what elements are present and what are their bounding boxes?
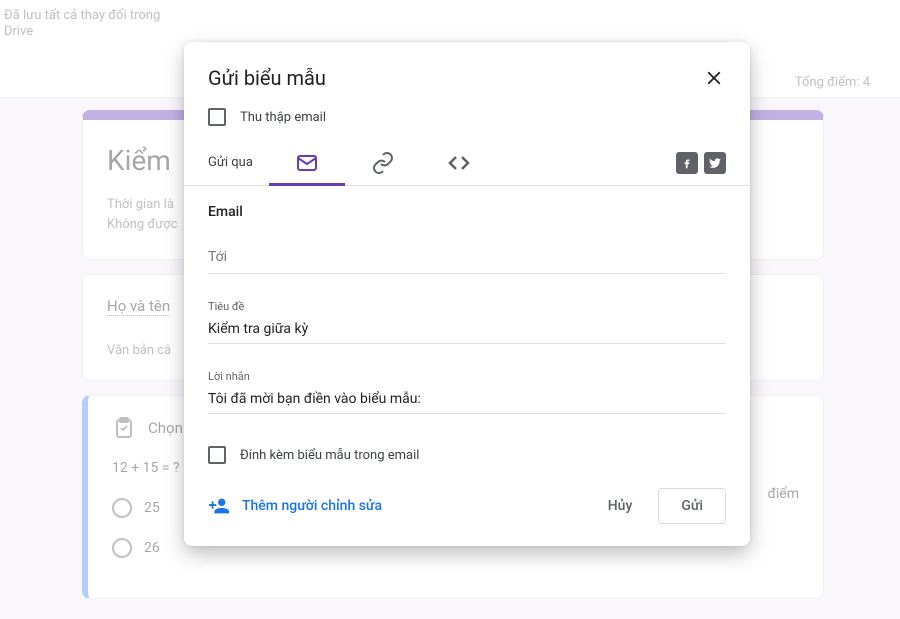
to-field — [208, 246, 726, 274]
subject-label: Tiêu đề — [208, 300, 726, 313]
twitter-icon — [708, 156, 722, 170]
include-form-label: Đính kèm biểu mẫu trong email — [240, 448, 419, 463]
include-form-row[interactable]: Đính kèm biểu mẫu trong email — [208, 440, 726, 464]
add-collaborators-button[interactable]: Thêm người chỉnh sửa — [208, 495, 382, 517]
send-form-modal: Gửi biểu mẫu Thu thập email Gửi qua — [184, 42, 750, 546]
close-button[interactable] — [702, 66, 726, 90]
twitter-share-button[interactable] — [704, 152, 726, 174]
cancel-button[interactable]: Hủy — [590, 490, 651, 522]
message-input[interactable] — [208, 387, 726, 414]
code-icon — [447, 151, 471, 175]
tab-email[interactable] — [269, 140, 345, 186]
include-form-checkbox[interactable] — [208, 446, 226, 464]
tab-link[interactable] — [345, 140, 421, 186]
send-button[interactable]: Gửi — [658, 488, 726, 524]
message-field: Lời nhắn — [208, 370, 726, 414]
facebook-share-button[interactable] — [676, 152, 698, 174]
link-icon — [371, 151, 395, 175]
close-icon — [703, 67, 725, 89]
message-label: Lời nhắn — [208, 370, 726, 383]
tab-embed[interactable] — [421, 140, 497, 186]
modal-footer: Thêm người chỉnh sửa Hủy Gửi — [184, 464, 750, 524]
modal-header: Gửi biểu mẫu — [184, 66, 750, 100]
subject-input[interactable] — [208, 317, 726, 344]
social-share — [676, 152, 726, 174]
facebook-icon — [680, 156, 694, 170]
modal-title: Gửi biểu mẫu — [208, 66, 326, 90]
modal-body: Email Tiêu đề Lời nhắn Đính kèm biểu mẫu… — [184, 186, 750, 464]
email-section-label: Email — [208, 204, 726, 220]
add-collaborators-label: Thêm người chỉnh sửa — [242, 498, 382, 514]
collect-emails-label: Thu thập email — [240, 110, 326, 125]
mail-icon — [295, 151, 319, 175]
collect-emails-checkbox[interactable] — [208, 108, 226, 126]
person-add-icon — [208, 495, 230, 517]
collect-emails-row[interactable]: Thu thập email — [184, 100, 750, 140]
modal-actions: Hủy Gửi — [590, 488, 726, 524]
subject-field: Tiêu đề — [208, 300, 726, 344]
send-via-tabs: Gửi qua — [184, 140, 750, 186]
to-input[interactable] — [208, 247, 726, 274]
send-via-label: Gửi qua — [208, 155, 253, 170]
